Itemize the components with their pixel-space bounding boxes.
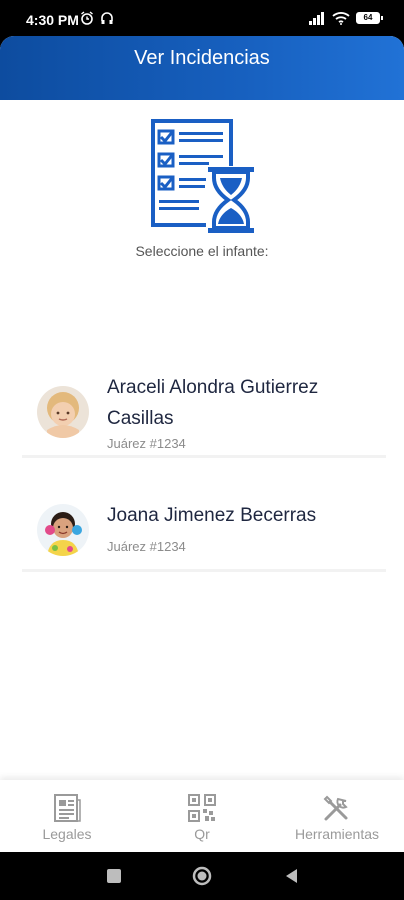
status-time: 4:30 PM xyxy=(26,12,79,28)
bottom-navigation: Legales Qr Herramientas xyxy=(0,780,404,852)
status-bar: 4:30 PM 64 xyxy=(0,0,404,36)
qr-code-icon xyxy=(188,794,216,822)
alarm-icon xyxy=(81,11,93,25)
back-icon[interactable] xyxy=(282,866,302,886)
nav-item-qr[interactable]: Qr xyxy=(135,780,269,852)
child-name: Araceli Alondra Gutierrez Casillas xyxy=(107,377,319,429)
child-name: Joana Jimenez Becerras xyxy=(107,505,317,526)
avatar xyxy=(37,386,89,438)
wifi-icon xyxy=(332,12,350,25)
child-list-item[interactable]: Joana Jimenez Becerras Juárez #1234 xyxy=(22,480,386,572)
headphones-icon xyxy=(101,12,113,24)
system-navigation-bar xyxy=(0,852,404,900)
recent-apps-icon[interactable] xyxy=(104,866,124,886)
page-title: Ver Incidencias xyxy=(134,47,270,69)
child-address: Juárez #1234 xyxy=(107,436,186,451)
app-screen: Ver Incidencias Seleccione el infante: A… xyxy=(0,36,404,852)
battery-icon: 64 xyxy=(356,12,383,24)
nav-item-herramientas[interactable]: Herramientas xyxy=(270,780,404,852)
nav-item-legales[interactable]: Legales xyxy=(0,780,134,852)
nav-label: Legales xyxy=(42,826,92,842)
child-address: Juárez #1234 xyxy=(107,539,186,554)
app-bar: Ver Incidencias xyxy=(0,36,404,100)
document-icon xyxy=(54,794,81,822)
nav-label: Herramientas xyxy=(294,826,380,842)
child-list-item[interactable]: Araceli Alondra Gutierrez Casillas Juáre… xyxy=(22,366,386,458)
avatar xyxy=(37,504,89,556)
home-icon[interactable] xyxy=(192,866,212,886)
select-child-prompt: Seleccione el infante: xyxy=(135,243,269,259)
signal-icon xyxy=(309,12,324,25)
tools-icon xyxy=(323,795,348,821)
nav-label: Qr xyxy=(194,826,210,842)
checklist-hourglass-icon xyxy=(151,119,256,236)
